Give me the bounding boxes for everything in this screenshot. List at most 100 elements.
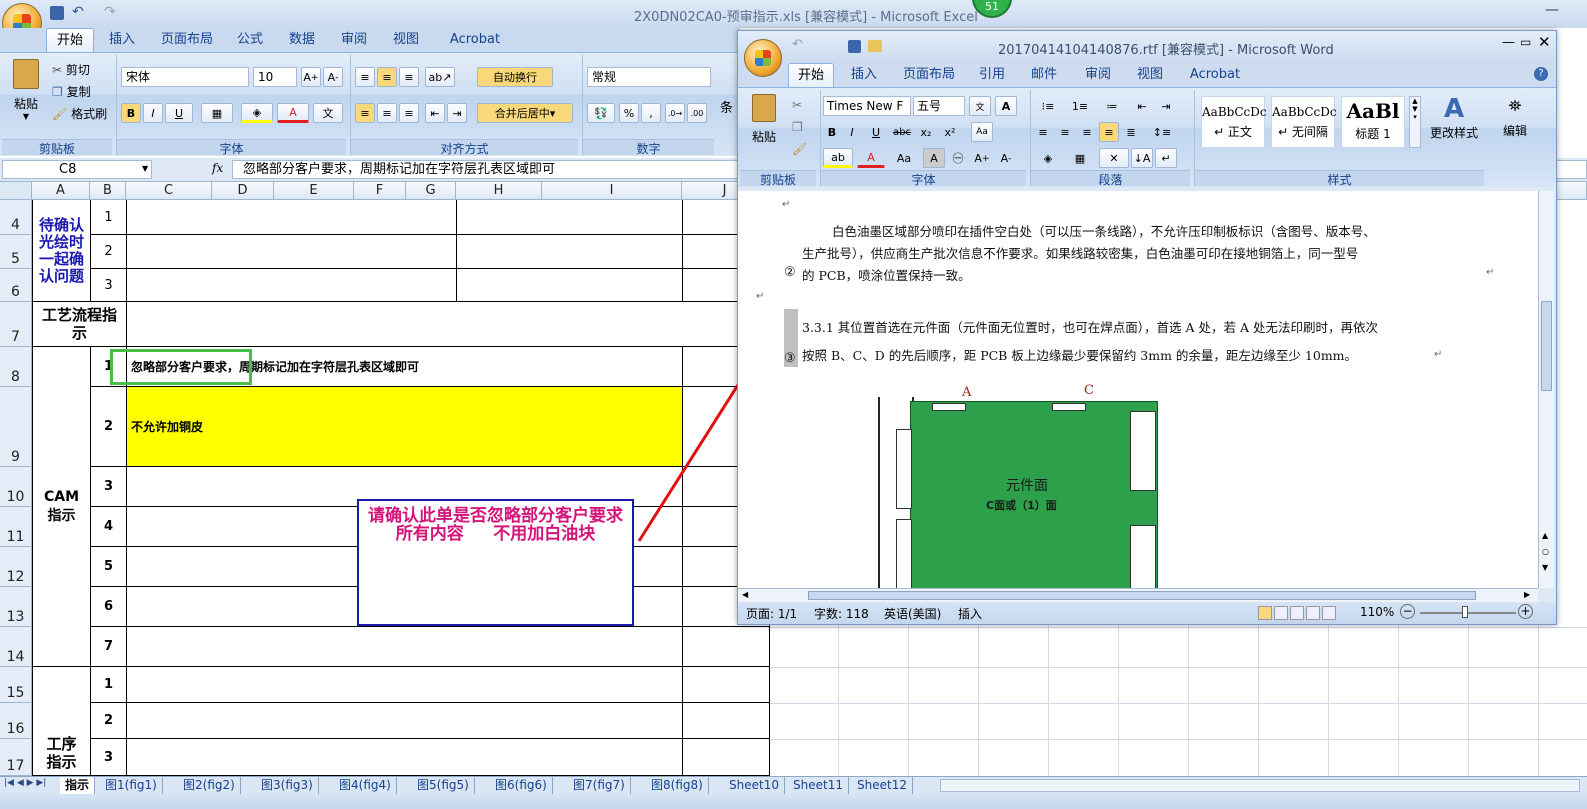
word-tab-mailings[interactable]: 邮件	[1024, 63, 1064, 87]
cell-num[interactable]: 1	[91, 200, 127, 235]
edit-button[interactable]: ⛯ 编辑	[1490, 92, 1540, 182]
fill-color-button[interactable]: ◈	[241, 103, 273, 123]
cell-c14[interactable]	[127, 627, 683, 667]
tab-formulas[interactable]: 公式	[230, 28, 270, 52]
cell-num[interactable]: 2	[91, 387, 127, 467]
undo-icon[interactable]: ↶	[792, 37, 803, 52]
status-mode[interactable]: 插入	[958, 605, 982, 622]
copy-icon[interactable]: ❐	[792, 120, 803, 134]
word-tab-home[interactable]: 开始	[788, 63, 834, 87]
row-5[interactable]: 5	[0, 235, 32, 269]
cut-button[interactable]: ✂ 剪切	[52, 61, 90, 78]
cell-num[interactable]: 1	[91, 667, 127, 703]
shading-button[interactable]: ◈	[1033, 148, 1063, 168]
grow-font-button[interactable]: A +	[971, 148, 993, 168]
style-heading1[interactable]: AaBl 标题 1	[1341, 96, 1405, 148]
horizontal-scrollbar[interactable]	[940, 779, 1580, 792]
enclose-button[interactable]: ㊀	[947, 148, 969, 168]
view-buttons[interactable]	[1258, 606, 1342, 620]
col-a[interactable]: A	[32, 182, 90, 200]
strike-button[interactable]: abc	[891, 122, 913, 142]
save-icon[interactable]	[848, 40, 861, 53]
sheet-tab-11[interactable]: Sheet12	[852, 777, 913, 794]
distribute-button[interactable]: ≣	[1121, 122, 1141, 142]
scissors-icon[interactable]: ✂	[792, 98, 802, 112]
cell-c4[interactable]	[127, 200, 457, 235]
cell-j15[interactable]	[683, 667, 770, 703]
font-color-button[interactable]: A	[277, 103, 309, 123]
style-normal[interactable]: AaBbCcDc ↵ 正文	[1201, 96, 1267, 148]
borders-button[interactable]: ▦	[1065, 148, 1095, 168]
increase-decimal-button[interactable]: .0→	[665, 103, 685, 123]
status-lang[interactable]: 英语(美国)	[884, 605, 941, 622]
currency-button[interactable]: 💱	[587, 103, 615, 123]
restore-icon[interactable]: ▭	[1520, 35, 1531, 49]
increase-indent-button[interactable]: ⇥	[1155, 96, 1177, 116]
style-no-spacing[interactable]: AaBbCcDc ↵ 无间隔	[1271, 96, 1337, 148]
word-tab-insert[interactable]: 插入	[842, 63, 886, 87]
align-bottom-button[interactable]: ≡	[399, 67, 419, 87]
row-8[interactable]: 8	[0, 347, 32, 387]
change-case-button[interactable]: Aa	[889, 148, 919, 168]
shrink-font-button[interactable]: A-	[323, 67, 343, 87]
font-color-button[interactable]: A	[857, 148, 885, 168]
cell-num[interactable]: 3	[91, 467, 127, 507]
status-words[interactable]: 字数: 118	[814, 605, 869, 622]
show-marks-button[interactable]: ↵	[1155, 148, 1177, 168]
row-4[interactable]: 4	[0, 200, 32, 235]
cell-c7[interactable]	[127, 302, 770, 347]
word-hscrollbar[interactable]: ◀ ▶	[738, 588, 1538, 602]
align-left-button[interactable]: ≡	[1033, 122, 1053, 142]
sheet-tab-6[interactable]: 图6(fig6)	[490, 777, 553, 794]
sheet-tab-4[interactable]: 图4(fig4)	[334, 777, 397, 794]
phonetic-button[interactable]: 文	[313, 103, 343, 123]
font-size-select[interactable]: 10	[253, 67, 297, 87]
fx-button[interactable]: fx	[212, 161, 223, 175]
row-17[interactable]: 17	[0, 739, 32, 776]
col-h[interactable]: H	[456, 182, 542, 200]
name-box[interactable]: C8	[2, 160, 152, 179]
cell-group-confirm[interactable]: 待确认光绘时一起确认问题	[33, 200, 91, 302]
minimize-icon[interactable]: —	[1545, 2, 1559, 18]
cell-c9[interactable]: 不允许加铜皮	[127, 387, 683, 467]
next-page-icon[interactable]: ▼	[1542, 563, 1548, 572]
scroll-thumb[interactable]	[1541, 301, 1552, 391]
zoom-slider[interactable]	[1420, 612, 1516, 614]
tab-insert[interactable]: 插入	[100, 28, 144, 52]
decrease-indent-button[interactable]: ⇤	[425, 103, 445, 123]
sheet-tab-9[interactable]: Sheet10	[724, 777, 785, 794]
tab-data[interactable]: 数据	[282, 28, 322, 52]
notification-badge[interactable]: 51	[972, 0, 1012, 18]
cell-group-cam[interactable]: CAM指示	[33, 347, 91, 667]
word-font-name[interactable]: Times New F	[823, 96, 911, 116]
align-right-button[interactable]: ≡	[399, 103, 419, 123]
row-7[interactable]: 7	[0, 302, 32, 347]
zoom-thumb[interactable]	[1462, 606, 1468, 618]
tab-nav-first-icon[interactable]: |◀ ◀ ▶ ▶|	[4, 778, 46, 788]
cell-c17[interactable]	[127, 739, 683, 776]
tab-review[interactable]: 审阅	[334, 28, 374, 52]
tab-view[interactable]: 视图	[386, 28, 426, 52]
word-vscrollbar[interactable]: ▲ ○ ▼	[1538, 191, 1554, 588]
cell-group-process[interactable]: 工艺流程指示	[33, 302, 127, 347]
cell-h5[interactable]	[457, 235, 683, 269]
col-e[interactable]: E	[274, 182, 354, 200]
zoom-level[interactable]: 110%	[1360, 605, 1394, 619]
brush-icon[interactable]: 🖌	[792, 142, 807, 156]
row-14[interactable]: 14	[0, 627, 32, 667]
word-tab-review[interactable]: 审阅	[1078, 63, 1118, 87]
merge-center-button[interactable]: 合并后居中 ▾	[477, 103, 573, 123]
quick-save-icon[interactable]	[50, 6, 64, 20]
tab-home[interactable]: 开始	[46, 28, 94, 52]
align-top-button[interactable]: ≡	[355, 67, 375, 87]
sheet-tab-3[interactable]: 图3(fig3)	[256, 777, 319, 794]
comma-button[interactable]: ,	[641, 103, 661, 123]
word-paste-button[interactable]: 粘贴	[746, 94, 782, 160]
col-i[interactable]: I	[542, 182, 682, 200]
help-icon[interactable]: ?	[1534, 67, 1548, 81]
superscript-button[interactable]: x²	[939, 122, 961, 142]
orientation-button[interactable]: ab↗	[425, 67, 455, 87]
full-screen-icon[interactable]	[1274, 606, 1288, 620]
draft-icon[interactable]	[1322, 606, 1336, 620]
underline-button[interactable]: U	[863, 122, 889, 142]
